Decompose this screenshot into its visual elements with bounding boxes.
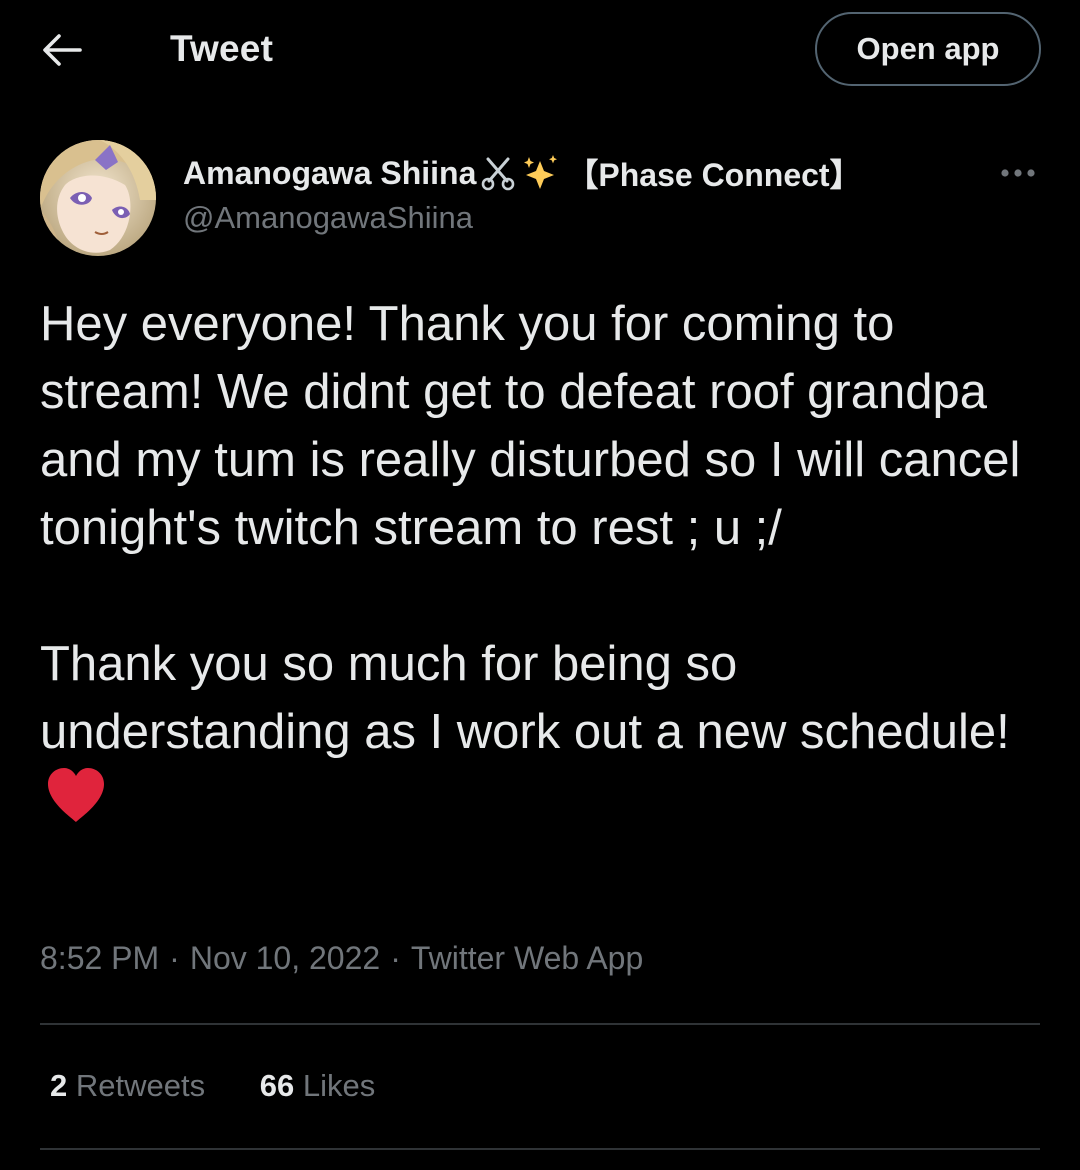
top-bar: Tweet Open app xyxy=(0,0,1080,100)
back-button[interactable] xyxy=(36,26,88,74)
scissors-icon xyxy=(482,157,515,191)
more-horizontal-icon xyxy=(1001,169,1035,177)
arrow-left-icon xyxy=(43,34,82,66)
likes-count: 66 xyxy=(259,1068,295,1103)
tweet-time[interactable]: 8:52 PM xyxy=(40,940,159,976)
retweets-count: 2 xyxy=(50,1068,68,1103)
sparkles-icon xyxy=(524,155,558,189)
display-name[interactable]: Amanogawa Shiina 【Phase Connect】 xyxy=(183,150,862,196)
more-options-button[interactable] xyxy=(996,158,1040,188)
likes-link[interactable]: 66 Likes xyxy=(260,1068,375,1104)
display-name-text: Amanogawa Shiina xyxy=(183,154,477,191)
tweet-date[interactable]: Nov 10, 2022 xyxy=(190,940,380,976)
tweet-source[interactable]: Twitter Web App xyxy=(411,940,643,976)
divider xyxy=(40,1148,1040,1150)
likes-label: Likes xyxy=(302,1068,376,1103)
tweet-stats: 2 Retweets 66 Likes xyxy=(50,1068,375,1104)
separator: · xyxy=(390,940,401,976)
divider xyxy=(40,1023,1040,1025)
tweet-paragraph-text: Thank you so much for being so understan… xyxy=(40,637,1010,759)
avatar[interactable] xyxy=(40,140,156,256)
retweets-link[interactable]: 2 Retweets xyxy=(50,1068,205,1104)
tweet-paragraph: Hey everyone! Thank you for coming to st… xyxy=(40,297,1021,555)
page-title: Tweet xyxy=(170,28,274,69)
tweet-author: Amanogawa Shiina 【Phase Connect】 @Amanog… xyxy=(40,140,1040,260)
retweets-label: Retweets xyxy=(75,1068,206,1103)
user-handle[interactable]: @AmanogawaShiina xyxy=(183,200,473,236)
separator: · xyxy=(169,940,180,976)
open-app-button[interactable]: Open app xyxy=(815,12,1041,86)
avatar-image xyxy=(40,140,156,256)
affiliation-text: 【Phase Connect】 xyxy=(566,157,862,193)
tweet-paragraph: Thank you so much for being so understan… xyxy=(40,630,1050,834)
tweet-meta: 8:52 PM · Nov 10, 2022 · Twitter Web App xyxy=(40,940,643,977)
red-heart-icon xyxy=(48,768,104,822)
tweet-text: Hey everyone! Thank you for coming to st… xyxy=(40,290,1050,834)
